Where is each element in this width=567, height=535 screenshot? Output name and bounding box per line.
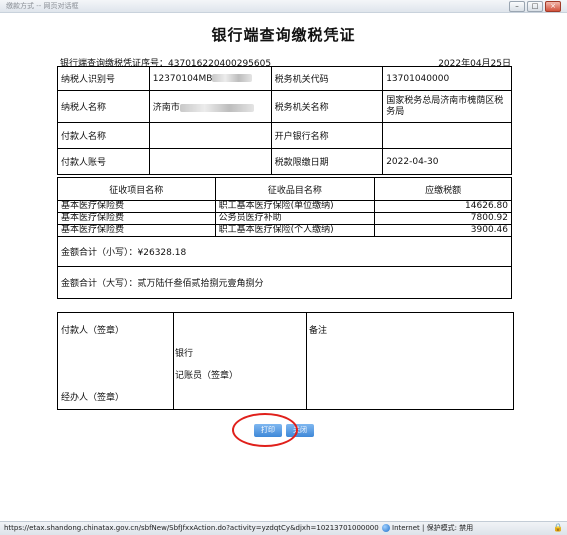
payer-signature-label: 付款人（签章）: [61, 326, 125, 336]
row-project: 基本医疗保险费: [57, 212, 216, 225]
deadline-value: 2022-04-30: [382, 148, 512, 175]
signature-area: 付款人（签章） 经办人（签章） 银行 记账员（签章） 备注: [57, 312, 514, 410]
total-big-row: 金额合计（大写）：贰万陆仟叁佰贰拾捌元壹角捌分: [57, 266, 512, 299]
redacted-blur: [212, 74, 253, 82]
remark-label: 备注: [309, 326, 328, 336]
column-header-project: 征收项目名称: [57, 177, 216, 201]
taxpayer-name-cell: 济南市: [148, 90, 272, 123]
bank-label: 银行: [175, 349, 194, 359]
column-header-amount: 应缴税额: [374, 177, 512, 201]
table-row: 基本医疗保险费 职工基本医疗保险(单位缴纳) 14626.80: [57, 200, 512, 213]
status-url: https://etax.shandong.chinatax.gov.cn/sb…: [4, 524, 379, 532]
row-amount: 7800.92: [374, 212, 512, 225]
payer-name-label: 付款人名称: [57, 122, 150, 149]
tax-items-table: 征收项目名称 征收品目名称 应缴税额 基本医疗保险费 职工基本医疗保险(单位缴纳…: [57, 177, 512, 299]
tax-office-name-label: 税务机关名称: [270, 90, 384, 123]
tax-items-header: 征收项目名称 征收品目名称 应缴税额: [57, 177, 512, 201]
total-big-label: 金额合计（大写）：: [61, 279, 138, 289]
tax-office-code-value: 13701040000: [382, 66, 512, 91]
table-row: 基本医疗保险费 公务员医疗补助 7800.92: [57, 212, 512, 225]
status-bar: https://etax.shandong.chinatax.gov.cn/sb…: [0, 521, 567, 535]
lock-icon: 🔒: [553, 523, 563, 532]
taxpayer-info-table: 纳税人识别号 12370104MB 税务机关代码 13701040000 纳税人…: [57, 66, 512, 175]
security-zone-text: Internet | 保护模式: 禁用: [392, 524, 474, 532]
total-small-value: ¥26328.18: [137, 248, 187, 258]
bank-name-label: 开户银行名称: [270, 122, 384, 149]
total-small-row: 金额合计（小写）：¥26328.18: [57, 236, 512, 267]
tax-office-name-value: 国家税务总局济南市槐荫区税务局: [382, 90, 512, 123]
maximize-button[interactable]: □: [527, 1, 543, 12]
deadline-label: 税款限缴日期: [270, 148, 384, 175]
taxpayer-id-cell: 12370104MB: [148, 66, 272, 91]
window-title: 缴款方式 -- 网页对话框: [6, 2, 79, 10]
document-title: 银行端查询缴税凭证: [211, 26, 356, 44]
print-highlight-ring: [232, 413, 298, 447]
payer-account-value: [148, 148, 272, 175]
security-zone: Internet | 保护模式: 禁用: [382, 522, 473, 535]
taxpayer-name-label: 纳税人名称: [57, 90, 150, 123]
column-header-item: 征收品目名称: [214, 177, 376, 201]
payer-account-label: 付款人账号: [57, 148, 150, 175]
total-small-cell: 金额合计（小写）：¥26328.18: [57, 236, 512, 267]
table-row: 基本医疗保险费 职工基本医疗保险(个人缴纳) 3900.46: [57, 224, 512, 237]
row-item: 公务员医疗补助: [214, 212, 376, 225]
row-amount: 3900.46: [374, 224, 512, 237]
window-titlebar: 缴款方式 -- 网页对话框 – □ ×: [0, 0, 567, 13]
payer-name-value: [148, 122, 272, 149]
row-amount: 14626.80: [374, 200, 512, 213]
close-window-button[interactable]: ×: [545, 1, 561, 12]
bank-name-value: [382, 122, 512, 149]
handler-signature-label: 经办人（签章）: [61, 393, 125, 403]
window-controls: – □ ×: [509, 1, 561, 12]
clerk-signature-label: 记账员（签章）: [175, 371, 239, 381]
taxpayer-name-value: 济南市: [152, 103, 180, 113]
minimize-button[interactable]: –: [509, 1, 525, 12]
globe-icon: [382, 524, 390, 532]
total-big-cell: 金额合计（大写）：贰万陆仟叁佰贰拾捌元壹角捌分: [57, 266, 512, 299]
column-divider: [173, 313, 174, 409]
total-small-label: 金额合计（小写）：: [61, 248, 138, 258]
taxpayer-id-label: 纳税人识别号: [57, 66, 150, 91]
tax-office-code-label: 税务机关代码: [270, 66, 384, 91]
row-item: 职工基本医疗保险(个人缴纳): [214, 224, 376, 237]
redacted-blur: [179, 103, 254, 112]
row-project: 基本医疗保险费: [57, 200, 216, 213]
taxpayer-id-value: 12370104MB: [152, 73, 213, 84]
row-item: 职工基本医疗保险(单位缴纳): [214, 200, 376, 213]
total-big-value: 贰万陆仟叁佰贰拾捌元壹角捌分: [137, 279, 264, 289]
row-project: 基本医疗保险费: [57, 224, 216, 237]
column-divider: [306, 313, 307, 409]
